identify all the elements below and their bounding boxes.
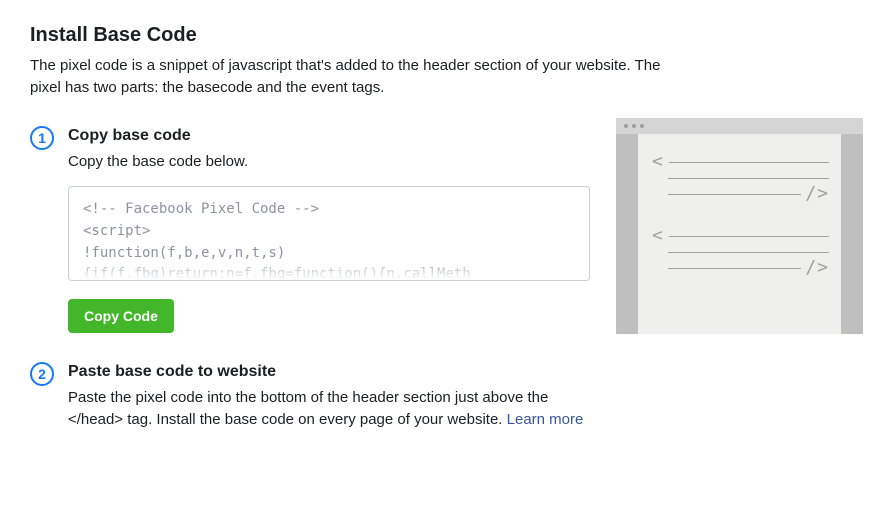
open-tag-icon: < — [652, 153, 663, 171]
window-dot-icon — [624, 124, 628, 128]
intro-text: The pixel code is a snippet of javascrip… — [30, 55, 670, 99]
copy-code-button[interactable]: Copy Code — [68, 299, 174, 333]
illustration-page: < /> < /> — [638, 134, 841, 334]
learn-more-link[interactable]: Learn more — [507, 411, 584, 428]
step-1-desc: Copy the base code below. — [68, 151, 590, 173]
step-1-title: Copy base code — [68, 127, 590, 145]
illustration-code-block: < /> — [652, 154, 829, 202]
step-1: 1 Copy base code Copy the base code belo… — [30, 127, 590, 334]
open-tag-icon: < — [652, 227, 663, 245]
step-2-desc: Paste the pixel code into the bottom of … — [68, 387, 590, 431]
illustration-titlebar — [616, 118, 863, 134]
step-2-desc-text: Paste the pixel code into the bottom of … — [68, 389, 548, 428]
code-snippet-box[interactable]: <!-- Facebook Pixel Code --> <script> !f… — [68, 186, 590, 281]
close-tag-icon: /> — [805, 185, 829, 203]
step-2: 2 Paste base code to website Paste the p… — [30, 363, 590, 431]
page-title: Install Base Code — [30, 24, 861, 47]
step-2-title: Paste base code to website — [68, 363, 590, 381]
step-2-number-badge: 2 — [30, 362, 54, 386]
window-dot-icon — [640, 124, 644, 128]
window-dot-icon — [632, 124, 636, 128]
step-1-number-badge: 1 — [30, 126, 54, 150]
browser-illustration: < /> < /> — [616, 118, 863, 334]
close-tag-icon: /> — [805, 259, 829, 277]
illustration-code-block: < /> — [652, 228, 829, 276]
